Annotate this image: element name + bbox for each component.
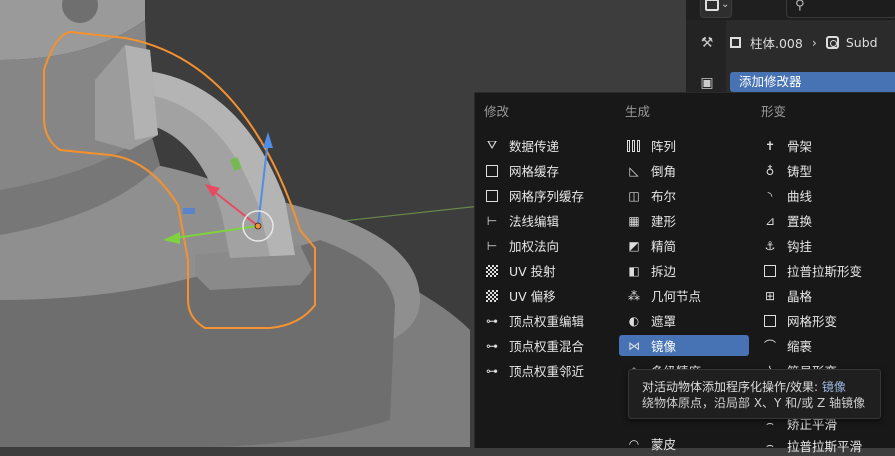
menu-item-laplacian-deform[interactable]: 拉普拉斯形变: [761, 260, 862, 281]
menu-item-curve[interactable]: ◝ 曲线: [761, 185, 812, 206]
properties-header: ⌄ ⚲: [686, 0, 895, 20]
menu-item-lattice[interactable]: ⊞ 晶格: [761, 285, 812, 306]
breadcrumb-chevron-icon: ›: [811, 34, 817, 50]
menu-item-uv-warp[interactable]: UV 偏移: [483, 285, 556, 306]
menu-item-geometry-nodes[interactable]: ⁂ 几何节点: [625, 285, 701, 306]
edge-split-icon: ◧: [628, 263, 640, 278]
menu-item-displace[interactable]: ⊿ 置换: [761, 210, 812, 231]
vertex-weight-edit-icon: ⊶: [486, 313, 498, 328]
array-icon: [625, 137, 643, 155]
data-transfer-icon: ⛛: [486, 138, 498, 152]
laplacian-deform-icon: [761, 262, 779, 280]
curve-icon: ◝: [767, 188, 773, 203]
menu-item-uv-project[interactable]: UV 投射: [483, 260, 556, 281]
menu-item-laplacian-smooth[interactable]: ⌢ 拉普拉斯平滑: [761, 435, 862, 456]
tooltip-line2: 绕物体原点，沿局部 X、Y 和/或 Z 轴镜像: [642, 396, 866, 410]
mask-icon: ◐: [628, 313, 640, 328]
modifier-icon: [825, 35, 839, 49]
mirror-icon: ⋈: [628, 338, 640, 353]
menu-item-normal-edit[interactable]: ⊢ 法线编辑: [483, 210, 559, 231]
menu-item-mask[interactable]: ◐ 遮罩: [625, 310, 676, 331]
column-header-edit: 修改: [484, 104, 510, 119]
uv-project-icon: [483, 262, 501, 280]
weighted-normal-icon: ⊢: [486, 238, 498, 253]
menu-item-boolean[interactable]: ◫ 布尔: [625, 185, 676, 206]
menu-item-mesh-sequence-cache[interactable]: 网格序列缓存: [483, 185, 584, 206]
displace-icon: ⊿: [764, 213, 776, 228]
breadcrumb-object-name: 柱体.008: [750, 35, 803, 51]
properties-tabs: ⚒ ▣: [686, 20, 726, 100]
shrinkwrap-icon: ⌒: [763, 339, 776, 353]
mesh-cache-icon: [483, 162, 501, 180]
menu-item-armature[interactable]: ✝ 骨架: [761, 135, 812, 156]
bevel-icon: ◺: [629, 163, 639, 178]
tool-tab-icon[interactable]: ⚒: [696, 32, 718, 54]
menu-item-vertex-weight-proximity[interactable]: ⊶ 顶点权重邻近: [483, 360, 584, 381]
uv-warp-icon: [483, 287, 501, 305]
build-icon: ▦: [628, 213, 640, 228]
column-header-deform: 形变: [761, 104, 787, 119]
tooltip: 对活动物体添加程序化操作/效果: 镜像 绕物体原点，沿局部 X、Y 和/或 Z …: [628, 369, 881, 419]
add-modifier-button[interactable]: 添加修改器: [730, 72, 895, 92]
menu-item-bevel[interactable]: ◺ 倒角: [625, 160, 676, 181]
menu-item-vertex-weight-mix[interactable]: ⊶ 顶点权重混合: [483, 335, 584, 356]
search-icon: ⚲: [795, 0, 805, 13]
menu-item-data-transfer[interactable]: ⛛ 数据传递: [483, 135, 559, 156]
menu-item-hook[interactable]: ⚓ 钩挂: [761, 235, 812, 256]
object-origin: [254, 222, 262, 230]
decimate-icon: ◩: [628, 238, 640, 253]
menu-item-edge-split[interactable]: ◧ 拆边: [625, 260, 676, 281]
cast-icon: ♁: [765, 163, 775, 178]
menu-item-array[interactable]: 阵列: [625, 135, 676, 156]
render-tab-icon[interactable]: ▣: [696, 72, 718, 94]
menu-item-weighted-normal[interactable]: ⊢ 加权法向: [483, 235, 559, 256]
tooltip-line1: 对活动物体添加程序化操作/效果: 镜像: [642, 380, 846, 394]
menu-item-shrinkwrap[interactable]: ⌒ 缩裹: [761, 335, 812, 356]
menu-item-cast[interactable]: ♁ 铸型: [761, 160, 812, 181]
geometry-nodes-icon: ⁂: [628, 288, 640, 303]
lattice-icon: ⊞: [764, 288, 776, 303]
breadcrumb: 柱体.008 › Subd: [730, 32, 878, 52]
normal-edit-icon: ⊢: [486, 213, 498, 228]
armature-icon: ✝: [764, 138, 776, 153]
vertex-weight-mix-icon: ⊶: [486, 338, 498, 353]
vertex-weight-proximity-icon: ⊶: [486, 363, 498, 378]
menu-item-skin[interactable]: ◠ 蒙皮: [625, 433, 676, 454]
mesh-sequence-cache-icon: [483, 187, 501, 205]
menu-item-mesh-cache[interactable]: 网格缓存: [483, 160, 559, 181]
mesh-deform-icon: [761, 312, 779, 330]
chevron-down-icon: ⌄: [721, 0, 730, 10]
hook-icon: ⚓: [764, 238, 776, 253]
menu-item-mirror[interactable]: ⋈ 镜像: [619, 335, 749, 356]
menu-item-build[interactable]: ▦ 建形: [625, 210, 676, 231]
editor-type-icon: [705, 0, 719, 11]
gizmo-plane-handle-blue: [183, 208, 195, 214]
boolean-icon: ◫: [628, 188, 640, 203]
properties-editor: ⌄ ⚲ ⚒ ▣ 柱体.008 › Subd 添加修改器: [686, 0, 895, 100]
laplacian-smooth-icon: ⌢: [766, 438, 774, 452]
column-header-generate: 生成: [625, 104, 651, 119]
menu-item-vertex-weight-edit[interactable]: ⊶ 顶点权重编辑: [483, 310, 584, 331]
editor-type-button[interactable]: ⌄: [700, 0, 732, 18]
skin-icon: ◠: [628, 436, 640, 451]
object-icon: [730, 36, 741, 48]
menu-item-decimate[interactable]: ◩ 精简: [625, 235, 676, 256]
properties-search-input[interactable]: ⚲: [786, 0, 895, 18]
menu-item-mesh-deform[interactable]: 网格形变: [761, 310, 837, 331]
breadcrumb-modifier-name: Subd: [845, 34, 878, 50]
